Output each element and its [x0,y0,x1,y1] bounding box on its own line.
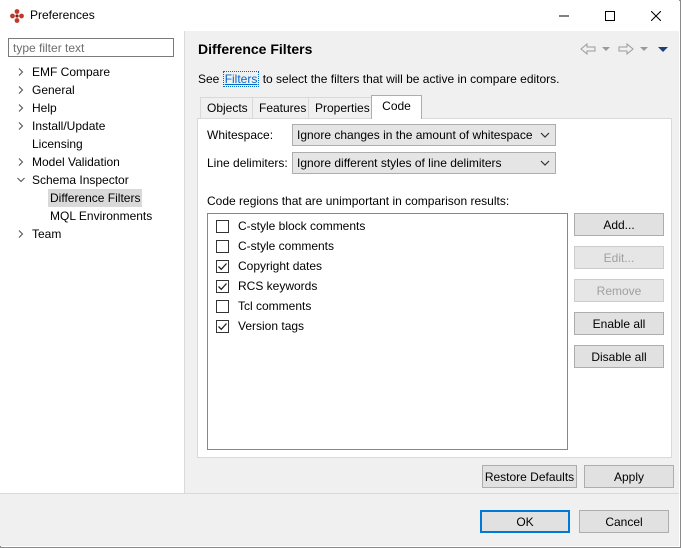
code-region-item[interactable]: Copyright dates [216,256,322,276]
check-icon [218,262,227,270]
enable-all-button[interactable]: Enable all [574,312,664,335]
view-menu-icon[interactable] [656,41,670,57]
code-region-item[interactable]: RCS keywords [216,276,317,296]
code-region-label: RCS keywords [238,279,318,293]
back-arrow-icon[interactable] [579,41,597,57]
checked-checkbox[interactable] [216,319,229,333]
code-region-item[interactable]: Tcl comments [216,296,311,316]
unchecked-checkbox[interactable] [216,299,229,313]
tree-item[interactable]: Licensing [0,135,184,153]
desc-prefix: See [198,72,223,86]
chevron-right-icon[interactable] [16,117,26,135]
tree-item[interactable]: Team [0,225,184,243]
forward-menu-chevron-icon[interactable] [638,41,650,57]
code-region-label: Copyright dates [238,259,323,273]
edit-button[interactable]: Edit... [574,246,664,269]
tree-item-label: Help [32,101,57,115]
tree-item[interactable]: Install/Update [0,117,184,135]
remove-button[interactable]: Remove [574,279,664,302]
tree-item-label: Model Validation [32,155,120,169]
code-region-label: Version tags [238,319,305,333]
tab-objects[interactable]: Objects [200,97,255,118]
chevron-right-icon[interactable] [16,99,26,117]
whitespace-select[interactable]: Ignore changes in the amount of whitespa… [292,124,556,146]
tree-item-label: Schema Inspector [32,173,129,187]
maximize-button[interactable] [587,0,633,31]
window-title: Preferences [30,8,95,22]
tree-item[interactable]: Schema Inspector [0,171,184,189]
whitespace-label: Whitespace: [207,128,274,142]
tab-features[interactable]: Features [252,97,314,118]
tree-item[interactable]: Model Validation [0,153,184,171]
chevron-down-icon [535,160,555,166]
ok-button[interactable]: OK [480,510,570,533]
disable-all-button[interactable]: Disable all [574,345,664,368]
minimize-button[interactable] [541,0,587,31]
tree-item-label: Team [32,227,62,241]
close-icon [651,10,661,21]
tree-item[interactable]: Help [0,99,184,117]
unchecked-checkbox[interactable] [216,239,229,253]
app-logo-icon [9,8,25,24]
check-icon [218,282,227,290]
check-icon [218,322,227,330]
cancel-button[interactable]: Cancel [579,510,669,533]
chevron-down-icon[interactable] [16,171,26,189]
back-menu-chevron-icon[interactable] [600,41,612,57]
line-delimiters-select-value: Ignore different styles of line delimite… [297,156,502,170]
forward-arrow-icon[interactable] [617,41,635,57]
tree-item-label: Difference Filters [48,189,143,207]
code-regions-label: Code regions that are unimportant in com… [207,194,510,208]
checked-checkbox[interactable] [216,259,229,273]
apply-button[interactable]: Apply [584,465,674,488]
tree-item-label: Licensing [32,137,83,151]
tree-item[interactable]: Difference Filters [0,189,184,207]
unchecked-checkbox[interactable] [216,219,229,233]
tree-item-label: EMF Compare [32,65,111,79]
chevron-right-icon[interactable] [16,63,26,81]
page-title: Difference Filters [198,41,313,57]
tree-item[interactable]: MQL Environments [0,207,184,225]
tab-properties[interactable]: Properties [308,97,377,118]
page-description: See Filters to select the filters that w… [198,71,560,87]
code-regions-list[interactable]: C-style block comments C-style comments Co… [207,213,568,450]
tree-item-label: General [32,83,75,97]
filters-link[interactable]: Filters [222,71,260,87]
maximize-icon [605,10,615,21]
dialog-footer [0,494,679,546]
add-button[interactable]: Add... [574,213,664,236]
code-region-item[interactable]: Version tags [216,316,304,336]
desc-suffix: to select the filters that will be activ… [259,72,560,86]
tab-code[interactable]: Code [371,95,422,119]
whitespace-select-value: Ignore changes in the amount of whitespa… [297,128,533,142]
filter-input[interactable] [8,38,174,57]
code-region-item[interactable]: C-style comments [216,236,334,256]
close-button[interactable] [633,0,679,31]
code-region-label: C-style block comments [238,219,366,233]
line-delimiters-select[interactable]: Ignore different styles of line delimite… [292,152,556,174]
code-region-label: Tcl comments [238,299,312,313]
chevron-right-icon[interactable] [16,225,26,243]
tree-item-label: MQL Environments [50,209,153,223]
tree-item[interactable]: General [0,81,184,99]
checked-checkbox[interactable] [216,279,229,293]
chevron-right-icon[interactable] [16,81,26,99]
chevron-down-icon [535,132,555,138]
line-delimiters-label: Line delimiters: [207,156,288,170]
chevron-right-icon[interactable] [16,153,26,171]
tree-item-label: Install/Update [32,119,106,133]
code-region-label: C-style comments [238,239,335,253]
minimize-icon [559,15,569,16]
restore-defaults-button[interactable]: Restore Defaults [482,465,577,488]
tree-item[interactable]: EMF Compare [0,63,184,81]
code-region-item[interactable]: C-style block comments [216,216,365,236]
